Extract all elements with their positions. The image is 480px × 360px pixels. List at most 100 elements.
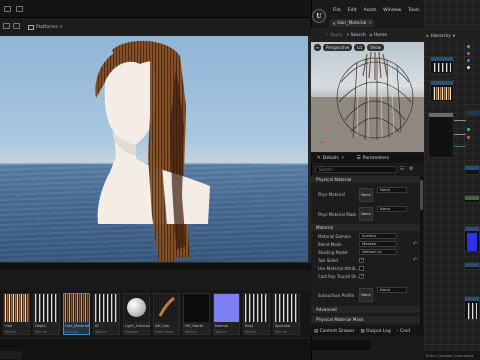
section-material[interactable]: Material bbox=[311, 224, 421, 231]
asset-tile[interactable]: Hair_Material Material bbox=[63, 293, 90, 335]
node-pin[interactable] bbox=[467, 66, 470, 69]
settings-icon[interactable]: ⚙ bbox=[409, 166, 416, 173]
asset-type: Texture bbox=[245, 330, 257, 334]
console-command-input[interactable] bbox=[311, 340, 371, 350]
details-scrollbar[interactable] bbox=[420, 176, 423, 326]
blend-mode-combo[interactable]: Masked bbox=[359, 241, 397, 247]
node-wire bbox=[454, 120, 466, 121]
toolbar-label: Search bbox=[350, 32, 366, 38]
apply-button[interactable]: ✓ Apply bbox=[325, 33, 343, 38]
details-search-input[interactable]: Search bbox=[315, 166, 397, 173]
bottom-tab-label: Cmd bbox=[399, 328, 411, 334]
modes-icon[interactable] bbox=[13, 23, 20, 29]
material-preview-viewport[interactable]: ≡ Perspective Lit Show bbox=[311, 42, 424, 152]
panel-icon[interactable] bbox=[16, 6, 23, 12]
asset-type: Material bbox=[125, 330, 138, 334]
tab-details[interactable]: ✎ Details ✕ bbox=[317, 156, 345, 161]
console-placeholder: Enter Console Command bbox=[424, 351, 480, 360]
search-button[interactable]: ⌕ Search bbox=[347, 32, 366, 39]
asset-name: ID bbox=[95, 324, 99, 328]
asset-type: Material bbox=[65, 330, 78, 334]
asset-tile[interactable]: ID Texture bbox=[93, 293, 120, 335]
node-pin[interactable] bbox=[467, 128, 470, 131]
subsurface-profile-combo[interactable]: None bbox=[377, 287, 407, 293]
node-pin[interactable] bbox=[467, 45, 470, 48]
texture-sample-node[interactable] bbox=[430, 80, 454, 102]
asset-tile[interactable]: NH_Hairte Texture bbox=[183, 293, 210, 335]
subsurface-thumbnail[interactable]: None bbox=[359, 288, 373, 302]
asset-type: Texture bbox=[35, 330, 47, 334]
phys-mask-thumbnail[interactable]: None bbox=[359, 207, 373, 221]
use-material-attributes-checkbox[interactable] bbox=[359, 266, 364, 271]
graph-home-icon[interactable]: ⌂ bbox=[426, 33, 429, 38]
filter-icon[interactable]: ☷ bbox=[400, 166, 407, 173]
material-node-graph[interactable] bbox=[424, 0, 480, 360]
math-node[interactable] bbox=[464, 262, 480, 270]
phys-material-thumbnail[interactable]: None bbox=[359, 188, 373, 202]
menu-item-edit[interactable]: Edit bbox=[348, 8, 357, 18]
save-icon[interactable] bbox=[3, 23, 10, 29]
menu-item-asset[interactable]: Asset bbox=[364, 8, 377, 18]
texture-sample-node[interactable] bbox=[430, 56, 454, 74]
node-pin[interactable] bbox=[467, 136, 470, 139]
node-pin[interactable] bbox=[467, 59, 470, 62]
hair-bust-model[interactable] bbox=[0, 36, 308, 262]
shading-model-label: Shading Model bbox=[318, 250, 348, 255]
hierarchy-button[interactable]: Hierarchy bbox=[431, 33, 451, 38]
material-asset-icon bbox=[333, 21, 336, 25]
parameter-node[interactable] bbox=[466, 110, 480, 116]
blend-mode-label: Blend Mode bbox=[318, 242, 342, 247]
section-advanced[interactable]: Advanced bbox=[311, 306, 421, 313]
use-material-attributes-label: Use Material Attrib... bbox=[318, 266, 360, 271]
section-physical-material[interactable]: Physical Material bbox=[311, 176, 421, 183]
material-domain-label: Material Domain bbox=[318, 234, 352, 239]
cast-ray-traced-shadows-checkbox[interactable] bbox=[359, 273, 364, 279]
reset-icon[interactable]: ↶ bbox=[413, 257, 417, 263]
toolbar-label: Apply bbox=[330, 32, 343, 38]
asset-tile[interactable]: Depth Texture bbox=[33, 293, 60, 335]
content-browser-toolbar bbox=[0, 270, 311, 290]
texture-node[interactable] bbox=[464, 165, 480, 175]
texture-sample-node[interactable] bbox=[464, 296, 480, 320]
math-node[interactable] bbox=[464, 195, 480, 203]
asset-tile[interactable]: Normal Texture bbox=[213, 293, 240, 335]
material-domain-combo[interactable]: Surface bbox=[359, 233, 397, 239]
close-details-icon[interactable]: ✕ bbox=[341, 156, 345, 161]
content-drawer-button[interactable] bbox=[0, 351, 22, 359]
two-sided-checkbox[interactable] bbox=[359, 257, 364, 263]
details-tab-label: Details bbox=[322, 155, 339, 161]
close-tab-icon[interactable]: ✕ bbox=[368, 21, 372, 26]
platforms-label: Platforms bbox=[36, 24, 58, 30]
menu-item-file[interactable]: File bbox=[333, 8, 341, 18]
shading-model-combo[interactable]: Default Lit bbox=[359, 249, 397, 255]
tab-parameters[interactable]: ☰ Parameters bbox=[357, 156, 389, 161]
asset-tile[interactable]: Light_Function Material bbox=[123, 293, 150, 335]
asset-name: Depth bbox=[35, 324, 46, 328]
asset-thumbnail bbox=[94, 294, 119, 322]
menu-item-tools[interactable]: Tools bbox=[408, 8, 419, 18]
reset-icon[interactable]: ↶ bbox=[413, 241, 417, 247]
bottom-tab-output-log[interactable]: ▥ Output Log bbox=[361, 329, 391, 334]
asset-tile[interactable]: Specular Texture bbox=[273, 293, 300, 335]
phys-material-combo[interactable]: None bbox=[377, 187, 407, 193]
terminal-icon: › bbox=[396, 328, 399, 334]
home-button[interactable]: ⌂ Home bbox=[370, 33, 387, 38]
phys-material-mask-combo[interactable]: None bbox=[377, 206, 407, 212]
asset-tile[interactable]: NH_Hair Static Mesh bbox=[153, 293, 180, 335]
bottom-tab-cmd[interactable]: › Cmd bbox=[397, 329, 410, 334]
level-viewport[interactable] bbox=[0, 36, 308, 262]
platforms-button[interactable]: Platforms ▾ bbox=[28, 23, 62, 31]
section-physical-material-mask[interactable]: Physical Material Mask bbox=[311, 316, 421, 323]
material-output-node[interactable] bbox=[428, 112, 454, 158]
asset-tile[interactable]: Hair Texture bbox=[3, 293, 30, 335]
tab-hair-material[interactable]: Hair_Material ✕ bbox=[330, 19, 374, 27]
details-panel-body: Physical Material Phys Material None Non… bbox=[311, 176, 424, 326]
asset-tile[interactable]: Root Texture bbox=[243, 293, 270, 335]
bottom-tab-content-drawer[interactable]: ▤ Content Drawer bbox=[314, 329, 355, 334]
menu-icon[interactable] bbox=[4, 6, 11, 12]
node-pin[interactable] bbox=[467, 52, 470, 55]
graph-toolbar: ⌂ Hierarchy ▾ bbox=[424, 28, 480, 42]
normal-texture-node[interactable] bbox=[464, 226, 480, 252]
menu-item-window[interactable]: Window bbox=[383, 8, 401, 18]
asset-name: Hair bbox=[5, 324, 13, 328]
